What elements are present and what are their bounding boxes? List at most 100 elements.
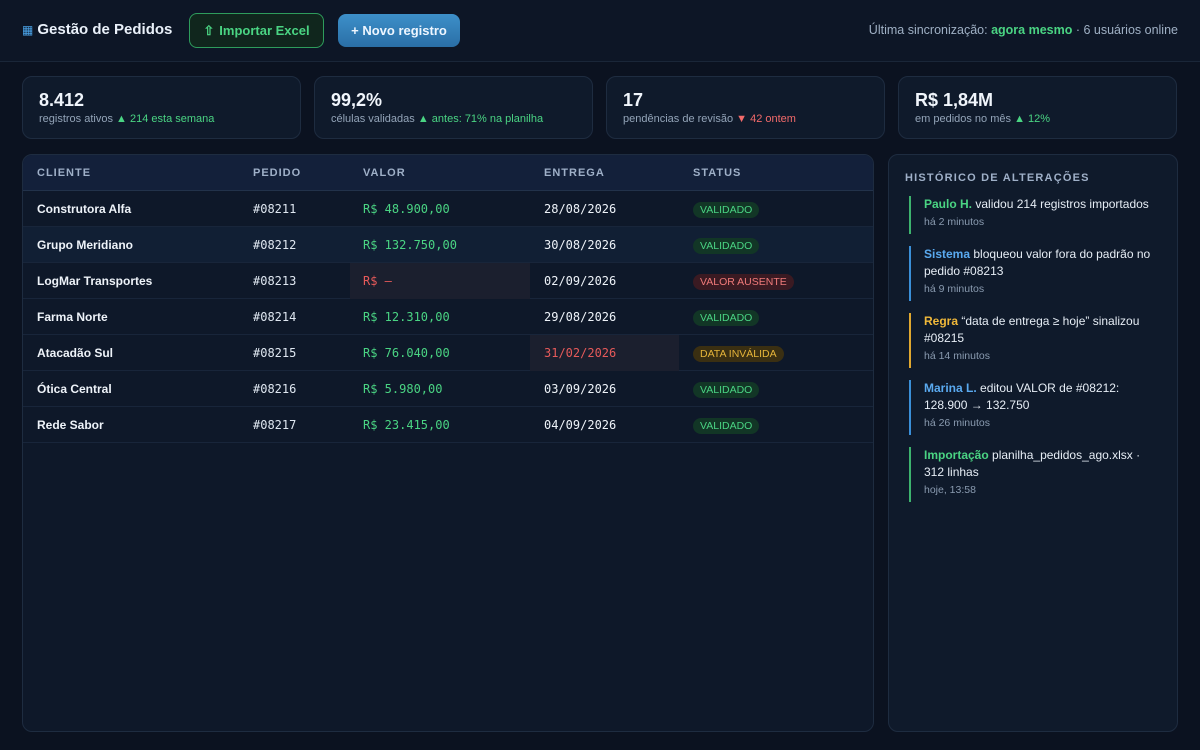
table-row[interactable]: LogMar Transportes #08213 R$ — 02/09/202… bbox=[23, 263, 873, 299]
kpi-subtitle: pendências de revisão ▼ 42 ontem bbox=[623, 113, 796, 125]
orders-table: CLIENTE PEDIDO VALOR ENTREGA STATUS Cons… bbox=[22, 154, 874, 732]
kpi-value: 17 bbox=[623, 90, 644, 110]
kpi-pending-review: 17 pendências de revisão ▼ 42 ontem bbox=[606, 76, 885, 139]
value-cell[interactable]: R$ 5.980,00 bbox=[350, 371, 530, 407]
kpi-active-records: 8.412 registros ativos ▲ 214 esta semana bbox=[22, 76, 301, 139]
kpi-validated-cells: 99,2% células validadas ▲ antes: 71% na … bbox=[314, 76, 593, 139]
history-text: Paulo H. validou 214 registros importado… bbox=[924, 197, 1149, 211]
upload-icon: ⇧ bbox=[203, 22, 215, 38]
client-cell[interactable]: Grupo Meridiano bbox=[37, 227, 133, 263]
column-header-order[interactable]: PEDIDO bbox=[253, 167, 301, 179]
kpi-monthly-orders: R$ 1,84M em pedidos no mês ▲ 12% bbox=[898, 76, 1177, 139]
history-item: Sistema bloqueou valor fora do padrão no… bbox=[909, 246, 1163, 301]
delivery-cell[interactable]: 28/08/2026 bbox=[530, 191, 679, 227]
status-badge: DATA INVÁLIDA bbox=[693, 345, 784, 362]
grid-icon: ▦ bbox=[22, 22, 34, 37]
client-cell[interactable]: Ótica Central bbox=[37, 371, 112, 407]
status-cell: VALIDADO bbox=[693, 407, 760, 443]
order-cell[interactable]: #08212 bbox=[253, 227, 296, 263]
value-cell[interactable]: R$ 23.415,00 bbox=[350, 407, 530, 443]
status-badge: VALOR AUSENTE bbox=[693, 273, 794, 290]
import-excel-label: Importar Excel bbox=[219, 23, 310, 38]
value-cell[interactable]: R$ 132.750,00 bbox=[350, 227, 530, 263]
client-cell[interactable]: Atacadão Sul bbox=[37, 335, 113, 371]
status-badge: VALIDADO bbox=[693, 417, 760, 434]
client-cell[interactable]: Farma Norte bbox=[37, 299, 108, 335]
status-badge: VALIDADO bbox=[693, 237, 760, 254]
delivery-cell[interactable]: 30/08/2026 bbox=[530, 227, 679, 263]
sync-status: Última sincronização: agora mesmo · 6 us… bbox=[869, 23, 1178, 37]
status-badge: VALIDADO bbox=[693, 381, 760, 398]
column-header-delivery[interactable]: ENTREGA bbox=[544, 167, 605, 179]
history-item: Marina L. editou VALOR de #08212: 128.90… bbox=[909, 380, 1163, 435]
kpi-trend: 42 ontem bbox=[750, 113, 796, 125]
sync-prefix: Última sincronização: bbox=[868, 23, 988, 37]
trend-down-icon: ▼ bbox=[736, 113, 748, 125]
value-cell[interactable]: R$ 48.900,00 bbox=[350, 191, 530, 227]
order-cell[interactable]: #08215 bbox=[253, 335, 296, 371]
order-cell[interactable]: #08211 bbox=[253, 191, 296, 227]
status-cell: DATA INVÁLIDA bbox=[693, 335, 784, 371]
status-badge: VALIDADO bbox=[693, 201, 760, 218]
history-text: Importação planilha_pedidos_ago.xlsx · 3… bbox=[924, 448, 1141, 479]
trend-up-icon: ▲ bbox=[116, 113, 127, 125]
history-time: há 9 minutos bbox=[924, 283, 985, 295]
kpi-subtitle: registros ativos ▲ 214 esta semana bbox=[39, 113, 215, 125]
table-row[interactable]: Atacadão Sul #08215 R$ 76.040,00 31/02/2… bbox=[23, 335, 873, 371]
import-excel-button[interactable]: ⇧ Importar Excel bbox=[189, 13, 324, 48]
value-cell[interactable]: R$ 12.310,00 bbox=[350, 299, 530, 335]
delivery-cell[interactable]: 04/09/2026 bbox=[530, 407, 679, 443]
table-header: CLIENTE PEDIDO VALOR ENTREGA STATUS bbox=[23, 155, 873, 191]
status-badge: VALIDADO bbox=[693, 309, 760, 326]
order-cell[interactable]: #08216 bbox=[253, 371, 296, 407]
history-actor: Paulo H. bbox=[924, 197, 973, 211]
table-row[interactable]: Ótica Central #08216 R$ 5.980,00 03/09/2… bbox=[23, 371, 873, 407]
brand: ▦ Gestão de Pedidos bbox=[22, 21, 172, 38]
history-time: há 26 minutos bbox=[924, 417, 990, 429]
order-cell[interactable]: #08217 bbox=[253, 407, 296, 443]
history-actor: Importação bbox=[924, 448, 989, 462]
sync-time: agora mesmo bbox=[991, 23, 1073, 37]
kpi-trend: antes: 71% na planilha bbox=[431, 113, 544, 125]
table-row[interactable]: Rede Sabor #08217 R$ 23.415,00 04/09/202… bbox=[23, 407, 873, 443]
kpi-value: 8.412 bbox=[39, 90, 85, 110]
history-time: há 2 minutos bbox=[924, 216, 985, 228]
order-cell[interactable]: #08213 bbox=[253, 263, 296, 299]
table-row[interactable]: Construtora Alfa #08211 R$ 48.900,00 28/… bbox=[23, 191, 873, 227]
history-time: hoje, 13:58 bbox=[924, 484, 976, 496]
client-cell[interactable]: Rede Sabor bbox=[37, 407, 104, 443]
kpi-trend: 12% bbox=[1028, 113, 1051, 125]
status-cell: VALIDADO bbox=[693, 191, 760, 227]
trend-up-icon: ▲ bbox=[1014, 113, 1025, 125]
status-cell: VALIDADO bbox=[693, 227, 760, 263]
delivery-cell-invalid[interactable]: 31/02/2026 bbox=[530, 335, 679, 371]
history-actor: Sistema bbox=[924, 247, 971, 261]
table-row[interactable]: Grupo Meridiano #08212 R$ 132.750,00 30/… bbox=[23, 227, 873, 263]
kpi-trend: 214 esta semana bbox=[130, 113, 215, 125]
column-header-status[interactable]: STATUS bbox=[693, 167, 741, 179]
column-header-value[interactable]: VALOR bbox=[363, 167, 406, 179]
history-actor: Marina L. bbox=[924, 381, 977, 395]
status-cell: VALOR AUSENTE bbox=[693, 263, 794, 299]
history-text: Regra “data de entrega ≥ hoje” sinalizou… bbox=[924, 314, 1140, 345]
order-cell[interactable]: #08214 bbox=[253, 299, 296, 335]
history-title: HISTÓRICO DE ALTERAÇÕES bbox=[905, 172, 1090, 184]
status-cell: VALIDADO bbox=[693, 371, 760, 407]
app-title: Gestão de Pedidos bbox=[37, 21, 173, 38]
kpi-value: 99,2% bbox=[331, 90, 383, 110]
delivery-cell[interactable]: 03/09/2026 bbox=[530, 371, 679, 407]
value-cell-missing[interactable]: R$ — bbox=[350, 263, 530, 299]
table-row[interactable]: Farma Norte #08214 R$ 12.310,00 29/08/20… bbox=[23, 299, 873, 335]
status-cell: VALIDADO bbox=[693, 299, 760, 335]
history-actor: Regra bbox=[924, 314, 959, 328]
new-record-button[interactable]: + Novo registro bbox=[338, 14, 460, 47]
kpi-subtitle: em pedidos no mês ▲ 12% bbox=[915, 113, 1051, 125]
delivery-cell[interactable]: 02/09/2026 bbox=[530, 263, 679, 299]
value-cell[interactable]: R$ 76.040,00 bbox=[350, 335, 530, 371]
history-item: Paulo H. validou 214 registros importado… bbox=[909, 196, 1163, 234]
online-users: · 6 usuários online bbox=[1075, 23, 1178, 37]
column-header-client[interactable]: CLIENTE bbox=[37, 167, 91, 179]
client-cell[interactable]: Construtora Alfa bbox=[37, 191, 131, 227]
delivery-cell[interactable]: 29/08/2026 bbox=[530, 299, 679, 335]
client-cell[interactable]: LogMar Transportes bbox=[37, 263, 152, 299]
